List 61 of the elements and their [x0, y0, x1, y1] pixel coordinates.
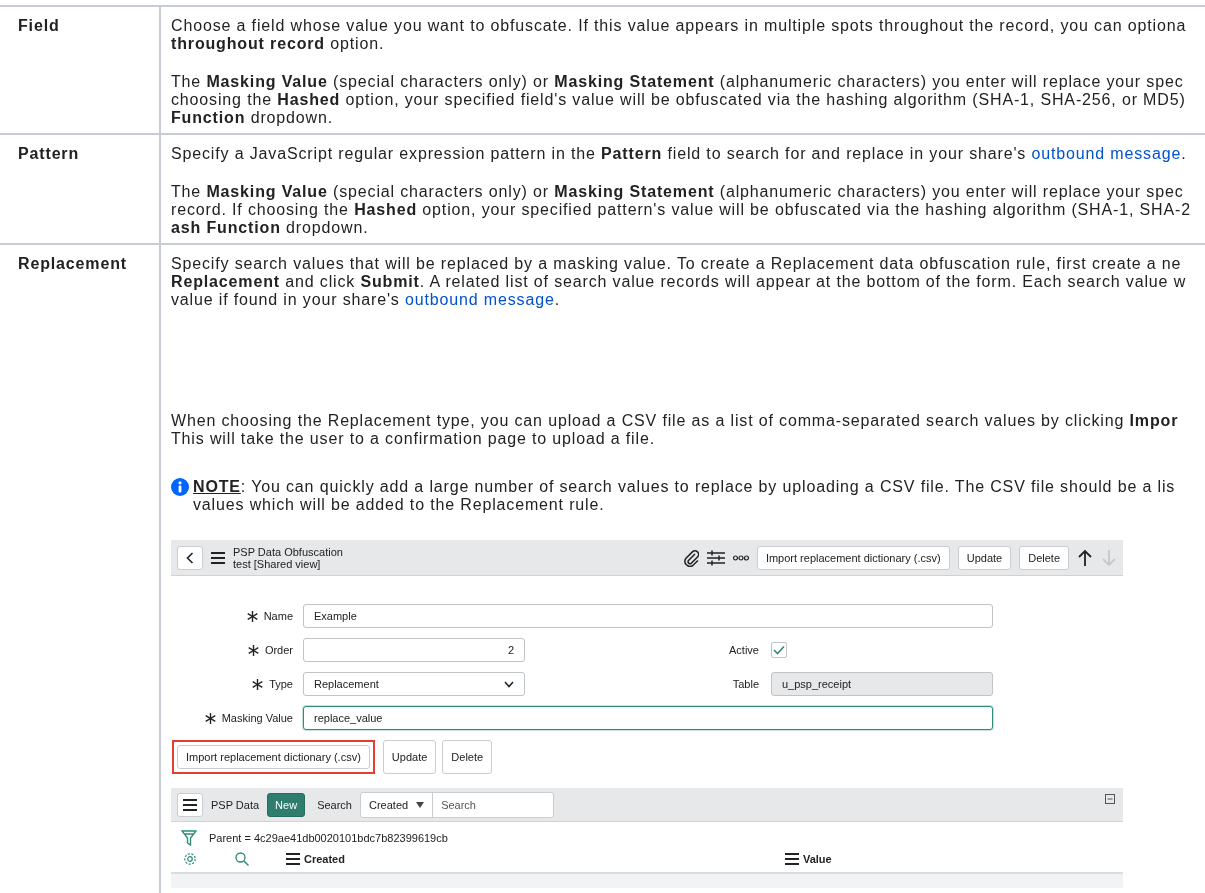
input-field[interactable]: 2 [303, 638, 525, 662]
term-cell: Pattern [0, 134, 160, 244]
field-label: Active [729, 643, 759, 657]
paragraph: The Masking Value (special characters only) or Masking Statement (alphanumeric characters) you enter will replace your spec record. If choosing the Hashed option, your specified pattern's value will be obfuscated via the hashing algorithm (SHA-1, SHA-2 ash Function dropdown. [171, 183, 1192, 237]
select-field[interactable]: Replacement [303, 672, 525, 696]
column-header: Created [304, 852, 345, 866]
form-subtitle: test [Shared view] [233, 557, 322, 570]
info-icon [171, 478, 189, 496]
collapse-icon [1105, 794, 1115, 804]
search-label: Search [317, 797, 352, 812]
field-label: Masking Value [221, 711, 293, 725]
search-icon [235, 852, 249, 866]
header-button[interactable]: Delete [1019, 545, 1069, 570]
down-arrow-icon [1101, 548, 1117, 567]
more-icon [732, 554, 749, 561]
gear-icon [183, 852, 197, 866]
chevron-down-icon [504, 680, 514, 688]
header-button[interactable]: Update [957, 545, 1012, 570]
note-paragraph: NOTE: You can quickly add a large number of search values to replace by uploading a CSV file. The CSV file should be a lis values which will be added to the Replacement rule. [193, 478, 1176, 514]
checkbox[interactable] [771, 642, 787, 658]
paragraph: Specify search values that will be replaced by a masking value. To create a Replacement data obfuscation rule, first create a ne Replacement and click Submit. A related list of search value records will appear at the bottom of the form. Each search value w value if found in your share's outbound message. [171, 255, 1188, 309]
search-column-select[interactable]: Created [361, 792, 434, 817]
back-button[interactable] [177, 545, 203, 570]
paragraph: The Masking Value (special characters only) or Masking Statement (alphanumeric characters) you enter will replace your spec choosing the Hashed option, your specified field's value will be obfuscated via the hashing algorithm (SHA-1, SHA-256, or MD5) Function dropdown. [171, 73, 1187, 127]
list-title: PSP Data [211, 797, 260, 812]
filter-text: Parent = 4c29ae41db0020101bdc7b82399619cb [209, 831, 448, 845]
field-label: Name [263, 609, 293, 623]
paragraph: Specify a JavaScript regular expression pattern in the Pattern field to search for and replace in your share's outbound message. [171, 145, 1188, 163]
form-title: PSP Data Obfuscation [233, 545, 344, 558]
paperclip-icon [682, 548, 699, 567]
form-button[interactable]: Delete [442, 740, 493, 774]
filter-icon [181, 830, 197, 846]
check-icon [773, 645, 785, 655]
new-button[interactable]: New [267, 792, 306, 817]
menu-icon [784, 853, 799, 865]
menu-icon [211, 551, 225, 564]
menu-button[interactable] [177, 792, 203, 817]
form-button[interactable]: Import replacement dictionary (.csv) [177, 745, 370, 769]
menu-button[interactable] [211, 551, 225, 564]
paragraph: Choose a field whose value you want to obfuscate. If this value appears in multiple spots throughout the record, you can optiona throughout record option. [171, 17, 1188, 53]
link[interactable]: outbound message [1031, 145, 1182, 162]
caret-down-icon [416, 801, 425, 808]
readonly-field: u_psp_receipt [771, 672, 993, 696]
menu-icon [286, 853, 300, 865]
nav-button[interactable] [1077, 548, 1093, 567]
menu-icon [183, 798, 197, 811]
form-button[interactable]: Update [382, 740, 437, 774]
column-header: Value [802, 852, 832, 866]
search-field[interactable]: Created Search [360, 791, 555, 818]
paragraph: When choosing the Replacement type, you can upload a CSV file as a list of comma-separated search values by clicking Impor This will take the user to a confirmation page to upload a file. [171, 412, 1180, 448]
field-label: Type [269, 677, 293, 691]
input-field[interactable]: Example [303, 604, 993, 628]
link[interactable]: outbound message [404, 291, 555, 308]
back-icon [186, 551, 194, 564]
sliders-icon [706, 549, 725, 566]
field-label: Table [732, 677, 759, 691]
term-cell: Field [0, 6, 160, 134]
up-arrow-icon [1077, 548, 1093, 567]
input-field[interactable]: replace_value [303, 706, 993, 730]
field-label: Order [264, 643, 293, 657]
header-button[interactable]: Import replacement dictionary (.csv) [756, 545, 950, 570]
